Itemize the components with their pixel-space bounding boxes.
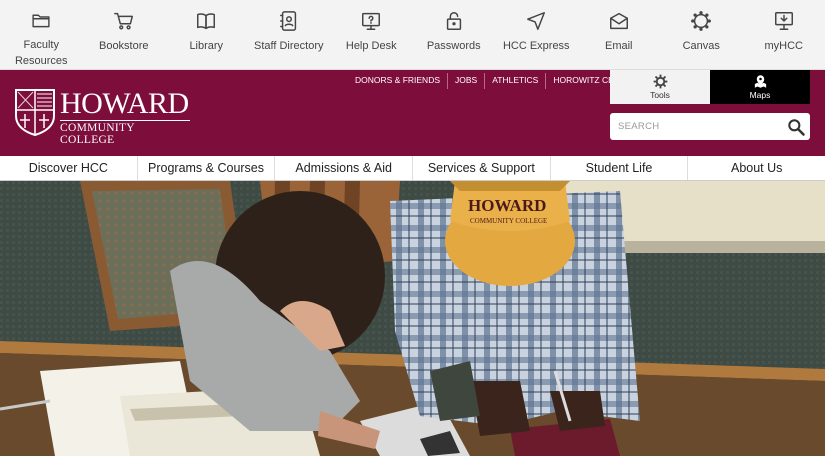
tools-label: Tools [650,90,670,100]
hero-illustration: HOWARD COMMUNITY COLLEGE [0,181,825,456]
util-label: Faculty Resources [14,39,68,67]
logo-subtitle: COMMUNITY COLLEGE [60,120,190,146]
nav-services-support[interactable]: Services & Support [413,156,551,180]
util-hcc-express[interactable]: HCC Express [495,0,578,69]
util-label: Staff Directory [254,40,324,52]
util-label: Passwords [426,40,481,52]
util-staff-directory[interactable]: Staff Directory [248,0,331,69]
util-myhcc[interactable]: myHCC [743,0,825,69]
util-label: Library [189,40,224,52]
hero-image: HOWARD COMMUNITY COLLEGE [0,181,825,456]
monitor-question-icon [362,12,381,30]
util-passwords[interactable]: Passwords [413,0,496,69]
cap-subtext: COMMUNITY COLLEGE [470,217,547,225]
util-help-desk[interactable]: Help Desk [330,0,413,69]
monitor-icon [774,12,793,30]
util-label: Email [604,40,633,52]
college-logo[interactable]: HOWARD COMMUNITY COLLEGE [14,87,194,146]
utility-nav: Faculty Resources Bookstore Library Staf… [0,0,825,70]
cart-icon [113,12,133,30]
logo-name: HOWARD [60,87,189,120]
util-label: Canvas [682,40,720,52]
main-nav: Discover HCC Programs & Courses Admissio… [0,156,825,181]
link-athletics[interactable]: ATHLETICS [485,73,547,89]
search-box [610,113,810,140]
nav-student-life[interactable]: Student Life [551,156,689,180]
gear-icon [653,74,667,89]
folder-icon [32,14,50,28]
util-label: Bookstore [98,40,149,52]
nav-programs-courses[interactable]: Programs & Courses [138,156,276,180]
util-email[interactable]: Email [578,0,661,69]
util-label: HCC Express [502,40,570,52]
book-icon [197,13,216,30]
nav-admissions-aid[interactable]: Admissions & Aid [275,156,414,180]
link-donors-friends[interactable]: DONORS & FRIENDS [348,73,449,89]
envelope-icon [609,12,628,30]
site-header: HOWARD COMMUNITY COLLEGE DONORS & FRIEND… [0,70,825,156]
link-jobs[interactable]: JOBS [448,73,486,89]
search-input[interactable] [610,113,780,140]
util-canvas[interactable]: Canvas [660,0,743,69]
util-library[interactable]: Library [165,0,248,69]
top-links: DONORS & FRIENDS JOBS ATHLETICS HOROWITZ… [348,73,644,89]
tools-tab[interactable]: Tools [610,70,710,104]
nav-about-us[interactable]: About Us [688,156,825,180]
shield-icon [15,89,55,136]
util-faculty-resources[interactable]: Faculty Resources [0,0,83,69]
search-icon[interactable] [786,117,806,137]
address-book-icon [279,11,296,31]
nav-discover-hcc[interactable]: Discover HCC [0,156,138,180]
maps-label: Maps [749,90,771,100]
navigation-arrow-icon [527,12,546,30]
util-label: myHCC [764,40,804,52]
map-pin-icon [754,75,766,88]
cap-text: HOWARD [468,196,546,215]
lock-icon [446,12,461,30]
canvas-icon [691,11,712,31]
util-label: Help Desk [345,40,397,52]
util-bookstore[interactable]: Bookstore [83,0,166,69]
maps-tab[interactable]: Maps [710,70,810,104]
